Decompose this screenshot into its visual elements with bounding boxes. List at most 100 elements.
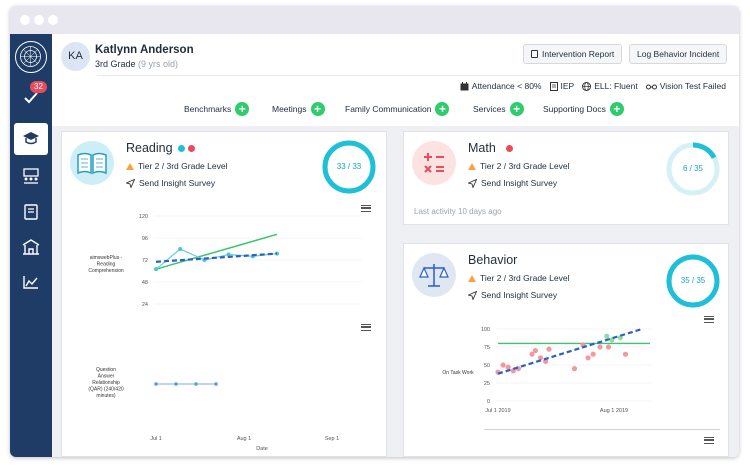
attribute-iep-label: IEP <box>560 81 575 91</box>
student-attributes: Attendance < 80% IEP ELL: Fluent Vision … <box>460 81 726 91</box>
qar-y-label-line-1: Answer <box>98 374 115 380</box>
calendar-icon <box>460 81 469 90</box>
behavior-y-tick: 50 <box>484 363 490 369</box>
behavior-chart: 100 75 50 25 0 On Task Work Jul 1 2019 Aug 1 20… <box>442 327 652 414</box>
globe-icon <box>582 81 592 91</box>
behavior-data-point <box>604 333 610 339</box>
behavior-data-point <box>597 344 603 350</box>
behavior-x-tick: Aug 1 2019 <box>600 408 628 414</box>
behavior-x-tick: Jul 1 2019 <box>485 408 510 414</box>
notification-badge: 32 <box>30 81 47 93</box>
qar-x-tick: Jul 1 <box>150 436 162 442</box>
reading-y-tick: 96 <box>142 236 148 242</box>
tab-supporting-docs[interactable]: Supporting Docs + <box>543 102 624 116</box>
attribute-attendance: Attendance < 80% <box>460 81 542 91</box>
behavior-send-icon <box>468 290 477 300</box>
behavior-data-point <box>500 362 506 368</box>
tab-supporting-docs-label: Supporting Docs <box>543 104 606 114</box>
tab-meetings[interactable]: Meetings + <box>272 102 325 116</box>
analytics-chart-icon[interactable] <box>17 268 45 296</box>
tab-benchmarks[interactable]: Benchmarks + <box>184 102 250 116</box>
reading-y-label-line-1: Reading <box>97 262 116 268</box>
reading-data-point <box>154 267 158 272</box>
qar-y-label-line-2: Relationship <box>92 380 120 386</box>
school-building-icon[interactable] <box>17 233 45 261</box>
behavior-y-tick: 75 <box>484 345 490 351</box>
qar-y-label-line-3: (QAR) (240/420 <box>88 387 124 393</box>
behavior-title: Behavior <box>468 253 518 267</box>
math-send-survey[interactable]: Send Insight Survey <box>468 178 557 188</box>
alert-icon[interactable] <box>188 145 195 152</box>
behavior-chart-divider <box>484 429 720 430</box>
attribute-iep: IEP <box>549 81 575 91</box>
avatar[interactable]: KA <box>61 42 90 71</box>
behavior-tier-label: Tier 2 / 3rd Grade Level <box>480 273 570 283</box>
behavior-data-point <box>622 351 629 357</box>
scale-balance-icon <box>412 253 456 297</box>
reading-title: Reading <box>126 141 173 155</box>
reading-y-tick: 24 <box>142 302 148 308</box>
info-icon[interactable] <box>178 145 185 152</box>
behavior-score: 35 / 35 <box>680 276 706 285</box>
behavior-y-tick: 25 <box>484 381 490 387</box>
behavior-data-point <box>605 344 612 350</box>
behavior-data-point <box>585 355 591 361</box>
tab-meetings-label: Meetings <box>272 104 307 114</box>
reading-send-survey[interactable]: Send Insight Survey <box>126 178 215 188</box>
document-icon <box>549 81 558 91</box>
attribute-ell-label: ELL: Fluent <box>594 81 638 91</box>
behavior-data-point <box>590 351 596 357</box>
window-minimize-dot[interactable] <box>34 15 44 25</box>
section-tabs: Benchmarks + Meetings + Family Communicati… <box>52 102 739 122</box>
main-area: KA Katlynn Anderson 3rd Grade (9 yrs old… <box>52 34 739 457</box>
reading-data-point <box>178 247 183 251</box>
math-card: Math Tier 2 / 3rd Grade Level Send Insig… <box>403 131 729 225</box>
attribute-vision-label: Vision Test Failed <box>659 81 726 91</box>
math-last-activity: Last activity 10 days ago <box>414 207 502 216</box>
add-service-icon[interactable]: + <box>509 102 524 116</box>
tab-services-label: Services <box>473 104 506 114</box>
tab-family-communication[interactable]: Family Communication + <box>345 102 450 116</box>
book-icon <box>70 141 114 185</box>
reading-chart: 120 96 72 48 24 aimswebPlus -ReadingComprehen… <box>88 214 362 308</box>
behavior-tier: Tier 2 / 3rd Grade Level <box>468 273 569 283</box>
qar-data-point <box>194 382 198 386</box>
reading-tier: Tier 2 / 3rd Grade Level <box>126 161 227 171</box>
clipboard-icon <box>531 50 538 58</box>
math-tier-label: Tier 2 / 3rd Grade Level <box>480 161 570 171</box>
grade-text: 3rd Grade <box>95 59 136 69</box>
title-bar <box>10 6 739 34</box>
window-close-dot[interactable] <box>20 15 30 25</box>
behavior-y-label: On Task Work <box>442 370 474 376</box>
reading-y-tick: 120 <box>139 214 148 220</box>
window-maximize-dot[interactable] <box>48 15 58 25</box>
add-benchmark-icon[interactable]: + <box>235 102 250 116</box>
glasses-icon <box>645 84 657 89</box>
add-meeting-icon[interactable]: + <box>310 102 325 116</box>
log-behavior-incident-button[interactable]: Log Behavior Incident <box>629 44 728 64</box>
math-alert-icon[interactable] <box>506 145 513 152</box>
math-operations-icon <box>412 141 456 185</box>
student-graduation-icon[interactable] <box>14 123 48 155</box>
attribute-attendance-label: Attendance < 80% <box>471 81 542 91</box>
math-score: 6 / 35 <box>682 164 703 173</box>
behavior-y-tick: 0 <box>487 399 490 405</box>
reading-y-label-line-0: aimswebPlus - <box>90 255 123 261</box>
reading-y-label-line-2: Comprehension <box>88 268 124 274</box>
math-tier: Tier 2 / 3rd Grade Level <box>468 161 569 171</box>
tab-services[interactable]: Services + <box>473 102 524 116</box>
intervention-report-button[interactable]: Intervention Report <box>523 44 623 64</box>
classroom-icon[interactable] <box>17 162 45 190</box>
behavior-second-chart-menu-icon[interactable] <box>704 437 714 444</box>
notebook-icon[interactable] <box>17 198 45 226</box>
math-warning-triangle-icon <box>468 162 476 170</box>
behavior-send-survey[interactable]: Send Insight Survey <box>468 290 557 300</box>
qar-data-point <box>174 382 178 386</box>
student-grade: 3rd Grade (9 yrs old) <box>95 59 178 69</box>
add-supporting-doc-icon[interactable]: + <box>609 102 624 116</box>
add-family-communication-icon[interactable]: + <box>435 102 450 116</box>
behavior-data-point <box>546 346 552 352</box>
qar-x-tick: Aug 1 <box>237 436 251 442</box>
logo-icon[interactable] <box>15 41 47 73</box>
qar-y-label-line-4: minutes) <box>96 393 116 399</box>
